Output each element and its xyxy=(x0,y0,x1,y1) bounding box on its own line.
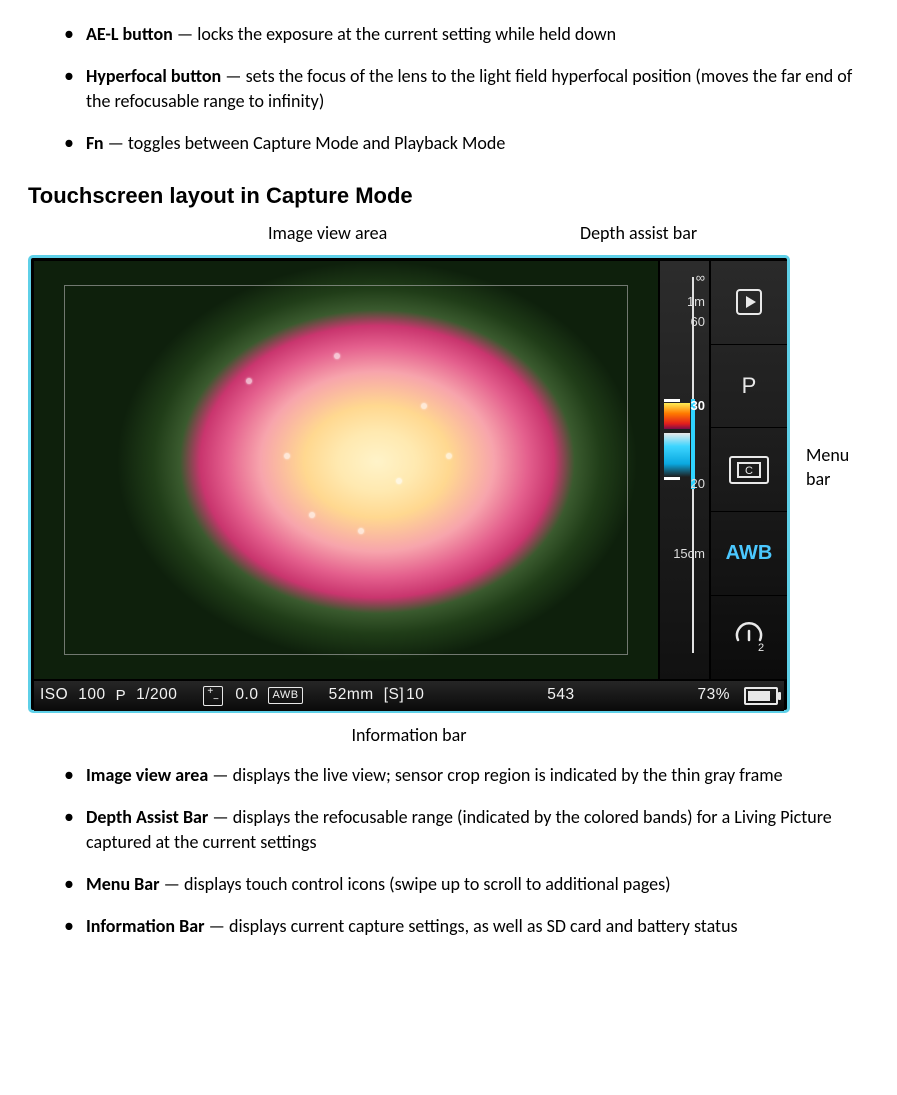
list-desc: — displays the live view; sensor crop re… xyxy=(208,764,782,786)
camera-screen-frame: ∞ 1m 60 30 20 15cm P xyxy=(28,255,790,713)
list-term: Fn xyxy=(86,132,104,154)
info-focal-length: 52mm xyxy=(329,685,374,706)
menu-crop-button[interactable]: C xyxy=(711,427,787,511)
information-bar[interactable]: ISO 100 P 1/200 0.0 AWB 52mm [S]10 543 7… xyxy=(34,681,784,711)
info-awb: AWB xyxy=(268,687,302,704)
info-iso-value: 100 xyxy=(78,685,105,706)
list-item: Image view area — displays the live view… xyxy=(64,763,869,787)
figure-top-labels: Image view area Depth assist bar xyxy=(28,221,869,255)
list-item: AE-L button — locks the exposure at the … xyxy=(64,22,869,46)
depth-tick-30: 30 xyxy=(664,397,705,415)
awb-label: AWB xyxy=(726,540,773,567)
depth-band-far xyxy=(664,433,690,477)
list-desc: — toggles between Capture Mode and Playb… xyxy=(104,132,506,154)
battery-icon xyxy=(744,687,778,705)
menu-playback-button[interactable] xyxy=(711,261,787,344)
list-term: Depth Assist Bar xyxy=(86,806,208,828)
list-term: Image view area xyxy=(86,764,208,786)
list-desc: — displays touch control icons (swipe up… xyxy=(160,873,671,895)
rose-illustration xyxy=(34,261,658,679)
mode-label: P xyxy=(742,371,757,401)
list-term: Hyperfocal button xyxy=(86,65,221,87)
label-image-view: Image view area xyxy=(268,221,387,245)
info-battery-pct: 73% xyxy=(697,685,730,706)
image-view-area[interactable] xyxy=(34,261,658,679)
label-menu-bar: Menu bar xyxy=(806,443,849,492)
info-mode: P xyxy=(116,686,127,706)
menu-mode-button[interactable]: P xyxy=(711,344,787,428)
svg-text:C: C xyxy=(745,465,753,477)
info-count: 10 xyxy=(406,685,424,706)
self-timer-icon: 2 xyxy=(732,620,766,654)
list-term: Menu Bar xyxy=(86,873,160,895)
menu-bar[interactable]: P C AWB 2 xyxy=(711,261,787,679)
menu-timer-button[interactable]: 2 xyxy=(711,595,787,679)
touchscreen-figure: ∞ 1m 60 30 20 15cm P xyxy=(28,255,790,713)
depth-tick-20: 20 xyxy=(664,475,705,493)
list-desc: — displays current capture settings, as … xyxy=(205,915,738,937)
list-item: Fn — toggles between Capture Mode and Pl… xyxy=(64,131,869,155)
info-ev: 0.0 xyxy=(235,685,258,706)
list-item: Menu Bar — displays touch control icons … xyxy=(64,872,869,896)
bottom-bullet-list: Image view area — displays the live view… xyxy=(28,763,869,938)
info-crop-mode: [S] xyxy=(384,685,404,706)
list-desc: — locks the exposure at the current sett… xyxy=(173,23,616,45)
list-term: AE-L button xyxy=(86,23,173,45)
menu-wb-button[interactable]: AWB xyxy=(711,511,787,595)
depth-tick-60: 60 xyxy=(664,313,705,331)
info-shots-remaining: 543 xyxy=(547,685,574,706)
crop-icon: C xyxy=(727,454,771,486)
depth-scale: ∞ 1m 60 30 20 15cm xyxy=(664,269,705,671)
svg-text:2: 2 xyxy=(758,642,764,654)
list-item: Depth Assist Bar — displays the refocusa… xyxy=(64,805,869,854)
play-icon xyxy=(735,288,763,316)
top-bullet-list: AE-L button — locks the exposure at the … xyxy=(28,22,869,155)
list-term: Information Bar xyxy=(86,915,205,937)
label-depth-assist: Depth assist bar xyxy=(580,221,697,245)
depth-tick-1m: 1m xyxy=(664,293,705,311)
depth-tick-15cm: 15cm xyxy=(664,545,705,563)
list-item: Information Bar — displays current captu… xyxy=(64,914,869,938)
label-information-bar: Information bar xyxy=(28,713,790,751)
info-shutter: 1/200 xyxy=(136,685,177,706)
info-iso-label: ISO xyxy=(40,685,68,706)
exposure-comp-icon xyxy=(203,686,223,706)
depth-tick-infinity: ∞ xyxy=(664,269,705,287)
section-heading: Touchscreen layout in Capture Mode xyxy=(28,181,869,211)
list-item: Hyperfocal button — sets the focus of th… xyxy=(64,64,869,113)
depth-assist-bar[interactable]: ∞ 1m 60 30 20 15cm xyxy=(660,261,710,679)
